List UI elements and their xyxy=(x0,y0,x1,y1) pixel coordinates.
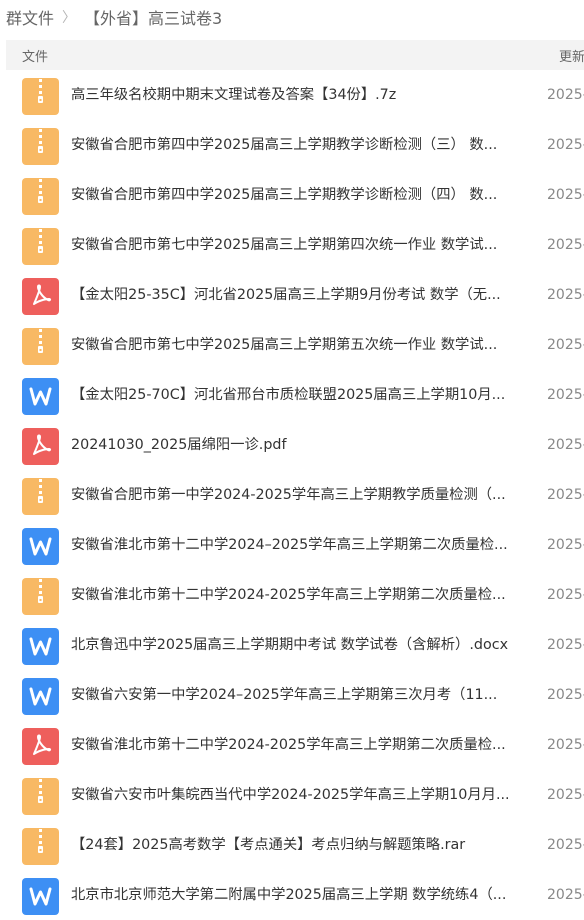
file-name[interactable]: 安徽省六安市叶集皖西当代中学2024-2025学年高三上学期10月月... xyxy=(71,770,531,820)
breadcrumb-separator: 〉 xyxy=(62,10,77,26)
file-updated-date: 2025- xyxy=(547,137,584,153)
file-row[interactable]: 北京市北京师范大学第二附属中学2025届高三上学期 数学统练4（... 2025- xyxy=(0,870,584,920)
file-name[interactable]: 安徽省合肥市第七中学2025届高三上学期第四次统一作业 数学试... xyxy=(71,220,531,270)
file-row[interactable]: 安徽省合肥市第四中学2025届高三上学期教学诊断检测（三） 数... 2025- xyxy=(0,120,584,170)
pdf-file-icon xyxy=(22,278,59,315)
pdf-file-icon xyxy=(22,728,59,765)
zip-file-icon xyxy=(22,478,59,515)
breadcrumb-root[interactable]: 群文件 xyxy=(6,5,54,29)
word-file-icon xyxy=(22,878,59,915)
file-row[interactable]: 安徽省淮北市第十二中学2024–2025学年高三上学期第二次质量检... 2025… xyxy=(0,520,584,570)
file-name[interactable]: 北京市北京师范大学第二附属中学2025届高三上学期 数学统练4（... xyxy=(71,870,531,920)
file-row[interactable]: 安徽省合肥市第一中学2024-2025学年高三上学期教学质量检测（... 2025… xyxy=(0,470,584,520)
file-row[interactable]: 安徽省六安第一中学2024–2025学年高三上学期第三次月考（11... 2025… xyxy=(0,670,584,720)
file-updated-date: 2025- xyxy=(547,887,584,903)
file-updated-date: 2025- xyxy=(547,637,584,653)
pdf-file-icon xyxy=(22,428,59,465)
file-name[interactable]: 20241030_2025届绵阳一诊.pdf xyxy=(71,420,531,470)
file-updated-date: 2025- xyxy=(547,237,584,253)
file-row[interactable]: 高三年级名校期中期末文理试卷及答案【34份】.7z 2025- xyxy=(0,70,584,120)
file-name[interactable]: 安徽省六安第一中学2024–2025学年高三上学期第三次月考（11... xyxy=(71,670,531,720)
file-row[interactable]: 安徽省合肥市第七中学2025届高三上学期第五次统一作业 数学试... 2025- xyxy=(0,320,584,370)
column-header-file[interactable]: 文件 xyxy=(22,46,48,65)
file-name[interactable]: 安徽省合肥市第四中学2025届高三上学期教学诊断检测（四） 数... xyxy=(71,170,531,220)
file-updated-date: 2025- xyxy=(547,537,584,553)
file-updated-date: 2025- xyxy=(547,837,584,853)
file-row[interactable]: 安徽省淮北市第十二中学2024-2025学年高三上学期第二次质量检... 2025… xyxy=(0,570,584,620)
word-file-icon xyxy=(22,628,59,665)
file-updated-date: 2025- xyxy=(547,87,584,103)
zip-file-icon xyxy=(22,578,59,615)
zip-file-icon xyxy=(22,78,59,115)
file-updated-date: 2025- xyxy=(547,737,584,753)
file-updated-date: 2025- xyxy=(547,187,584,203)
word-file-icon xyxy=(22,528,59,565)
file-name[interactable]: 安徽省淮北市第十二中学2024–2025学年高三上学期第二次质量检... xyxy=(71,520,531,570)
file-name[interactable]: 【金太阳25-35C】河北省2025届高三上学期9月份考试 数学（无... xyxy=(71,270,531,320)
file-updated-date: 2025- xyxy=(547,487,584,503)
file-updated-date: 2025- xyxy=(547,437,584,453)
file-row[interactable]: 【金太阳25-35C】河北省2025届高三上学期9月份考试 数学（无... 202… xyxy=(0,270,584,320)
breadcrumb: 群文件 〉 【外省】高三试卷3 xyxy=(0,0,584,34)
breadcrumb-current: 【外省】高三试卷3 xyxy=(84,9,223,28)
file-updated-date: 2025- xyxy=(547,787,584,803)
file-name[interactable]: 安徽省合肥市第四中学2025届高三上学期教学诊断检测（三） 数... xyxy=(71,120,531,170)
zip-file-icon xyxy=(22,828,59,865)
word-file-icon xyxy=(22,378,59,415)
file-list: 高三年级名校期中期末文理试卷及答案【34份】.7z 2025- 安徽省合肥市第四中学… xyxy=(0,70,584,920)
file-row[interactable]: 安徽省合肥市第四中学2025届高三上学期教学诊断检测（四） 数... 2025- xyxy=(0,170,584,220)
file-row[interactable]: 20241030_2025届绵阳一诊.pdf 2025- xyxy=(0,420,584,470)
file-updated-date: 2025- xyxy=(547,287,584,303)
file-name[interactable]: 安徽省淮北市第十二中学2024-2025学年高三上学期第二次质量检... xyxy=(71,720,531,770)
file-row[interactable]: 北京鲁迅中学2025届高三上学期期中考试 数学试卷（含解析）.docx 2025- xyxy=(0,620,584,670)
file-row[interactable]: 安徽省合肥市第七中学2025届高三上学期第四次统一作业 数学试... 2025- xyxy=(0,220,584,270)
zip-file-icon xyxy=(22,228,59,265)
file-updated-date: 2025- xyxy=(547,337,584,353)
file-name[interactable]: 安徽省淮北市第十二中学2024-2025学年高三上学期第二次质量检... xyxy=(71,570,531,620)
file-updated-date: 2025- xyxy=(547,587,584,603)
zip-file-icon xyxy=(22,778,59,815)
file-updated-date: 2025- xyxy=(547,387,584,403)
file-list-header: 文件 更新 xyxy=(6,40,584,70)
file-updated-date: 2025- xyxy=(547,687,584,703)
file-name[interactable]: 高三年级名校期中期末文理试卷及答案【34份】.7z xyxy=(71,70,531,120)
file-name[interactable]: 安徽省合肥市第一中学2024-2025学年高三上学期教学质量检测（... xyxy=(71,470,531,520)
file-name[interactable]: 【金太阳25-70C】河北省邢台市质检联盟2025届高三上学期10月... xyxy=(71,370,531,420)
word-file-icon xyxy=(22,678,59,715)
file-row[interactable]: 【金太阳25-70C】河北省邢台市质检联盟2025届高三上学期10月... 202… xyxy=(0,370,584,420)
file-row[interactable]: 安徽省淮北市第十二中学2024-2025学年高三上学期第二次质量检... 2025… xyxy=(0,720,584,770)
zip-file-icon xyxy=(22,128,59,165)
zip-file-icon xyxy=(22,178,59,215)
file-row[interactable]: 【24套】2025高考数学【考点通关】考点归纳与解题策略.rar 2025- xyxy=(0,820,584,870)
file-row[interactable]: 安徽省六安市叶集皖西当代中学2024-2025学年高三上学期10月月... 202… xyxy=(0,770,584,820)
column-header-updated[interactable]: 更新 xyxy=(559,46,584,65)
file-name[interactable]: 北京鲁迅中学2025届高三上学期期中考试 数学试卷（含解析）.docx xyxy=(71,620,531,670)
file-name[interactable]: 【24套】2025高考数学【考点通关】考点归纳与解题策略.rar xyxy=(71,820,531,870)
file-name[interactable]: 安徽省合肥市第七中学2025届高三上学期第五次统一作业 数学试... xyxy=(71,320,531,370)
zip-file-icon xyxy=(22,328,59,365)
